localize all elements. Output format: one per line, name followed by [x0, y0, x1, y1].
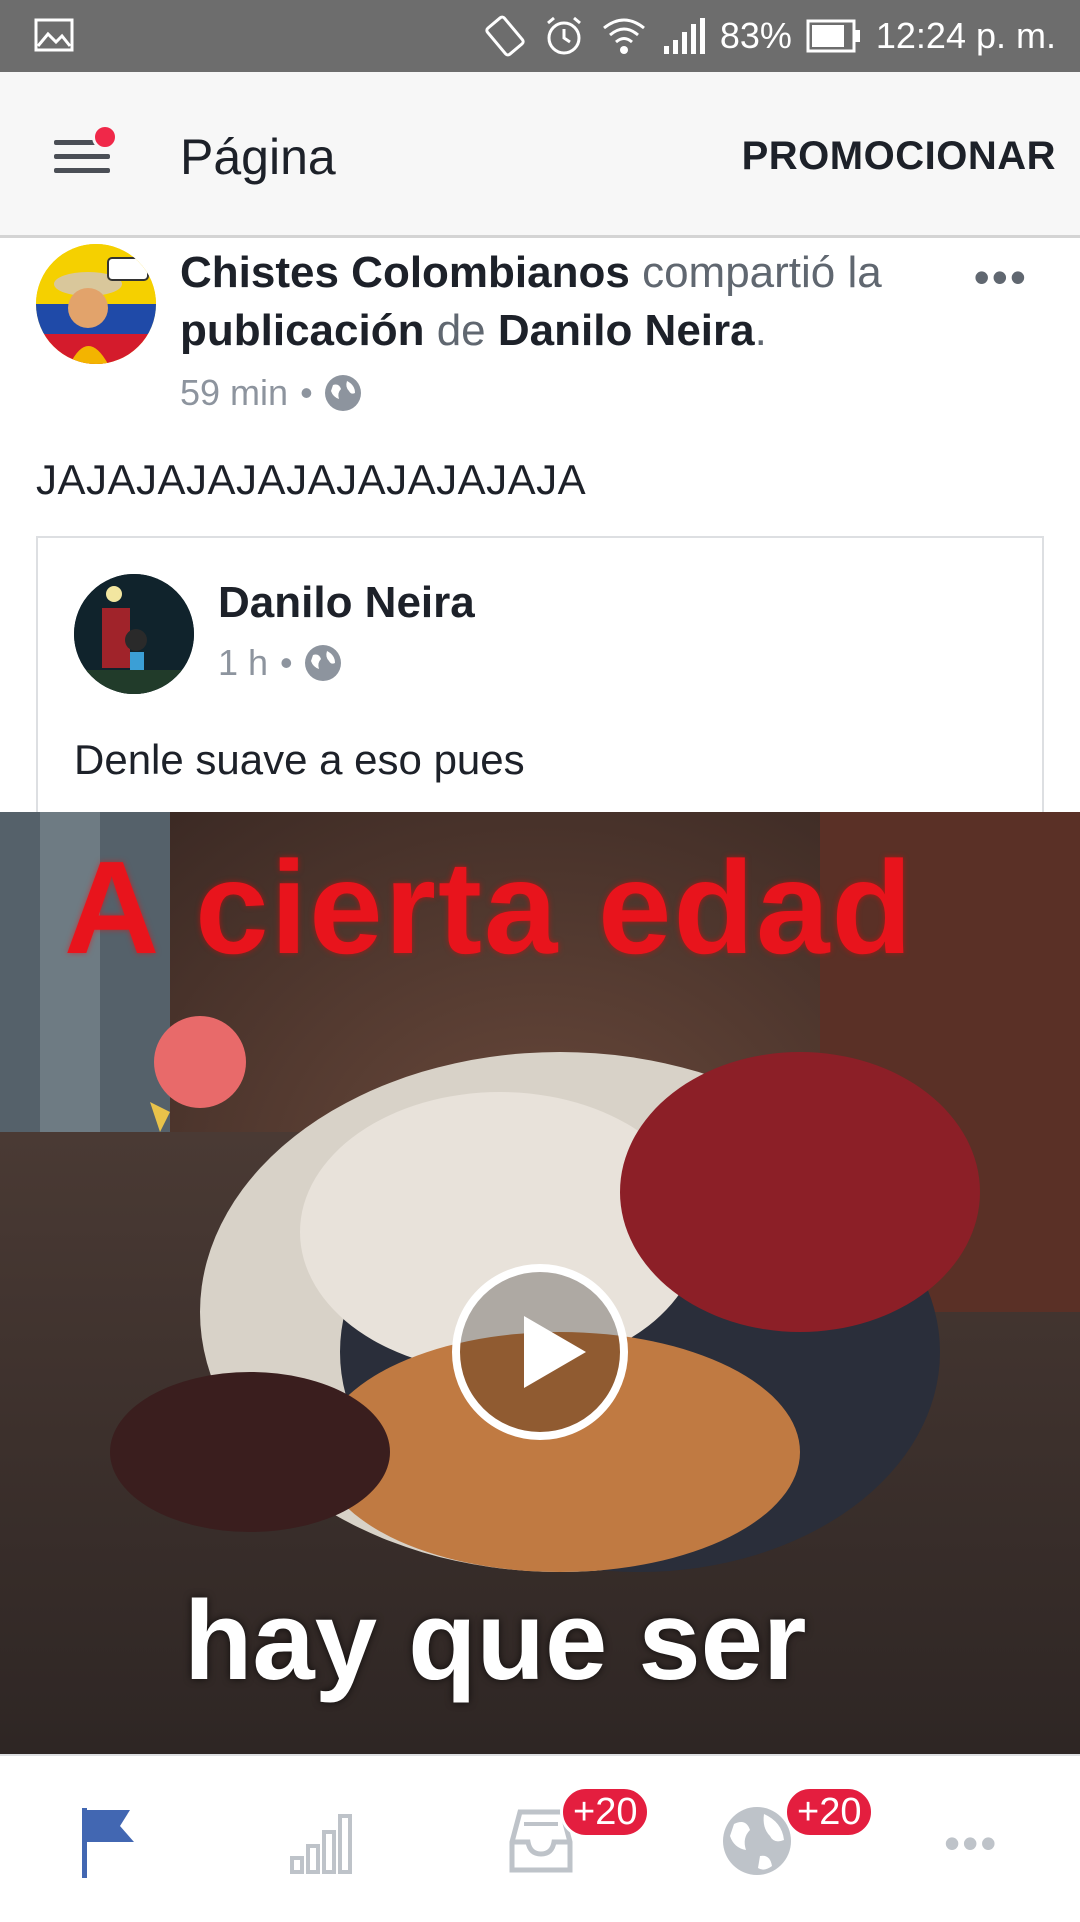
gallery-icon: [34, 18, 74, 52]
menu-icon-line: [54, 168, 110, 173]
video-player[interactable]: A cierta edad hay que ser: [0, 812, 1080, 1754]
post-header-text: Chistes Colombianos compartió la publica…: [180, 244, 960, 360]
nav-tab-insights[interactable]: [216, 1756, 432, 1922]
insights-icon: [290, 1814, 352, 1874]
play-button[interactable]: [452, 1264, 628, 1440]
shared-post-meta: 1 h •: [218, 642, 341, 684]
battery-percent: 83%: [719, 15, 792, 56]
original-author-link[interactable]: Danilo Neira: [498, 306, 755, 355]
publication-link[interactable]: publicación: [180, 306, 424, 355]
notification-dot: [92, 124, 118, 150]
promote-button[interactable]: PROMOCIONAR: [742, 134, 1056, 179]
nav-tab-page[interactable]: [0, 1756, 216, 1922]
clock: 12:24 p. m.: [875, 15, 1056, 56]
menu-button[interactable]: [54, 124, 118, 182]
action-text: compartió la: [629, 248, 882, 297]
menu-icon-line: [54, 154, 110, 159]
battery-icon: [806, 19, 860, 53]
nav-tab-inbox[interactable]: +20: [432, 1756, 651, 1922]
period-text: .: [754, 306, 767, 355]
globe-icon: [723, 1807, 791, 1875]
inbox-badge: +20: [560, 1786, 651, 1838]
globe-icon: [324, 375, 361, 411]
shared-post-time[interactable]: 1 h: [218, 642, 268, 684]
avatar-illustration-icon: [74, 574, 194, 694]
globe-icon: [304, 645, 341, 681]
rotate-icon: [485, 15, 525, 57]
connector-text: de: [424, 306, 498, 355]
post-body-text: JAJAJAJAJAJAJAJAJAJAJA: [36, 456, 587, 503]
wifi-icon: [602, 18, 645, 54]
nav-tab-more[interactable]: •••: [864, 1756, 1080, 1922]
page-title: Página: [180, 129, 336, 185]
meta-separator: •: [280, 642, 293, 683]
shared-author-name[interactable]: Danilo Neira: [218, 578, 475, 628]
post-time[interactable]: 59 min: [180, 372, 288, 414]
signal-icon: [663, 18, 705, 54]
post-meta: 59 min •: [180, 372, 361, 414]
shared-author-avatar[interactable]: [74, 574, 194, 694]
notifications-badge: +20: [784, 1786, 875, 1838]
video-caption-bottom: hay que ser: [184, 1578, 807, 1703]
flag-icon: [82, 1808, 134, 1878]
post-options-button[interactable]: •••: [974, 250, 1028, 304]
status-bar: 83% 12:24 p. m.: [0, 0, 1080, 72]
page-logo-icon: [36, 244, 156, 364]
bottom-navigation: +20 +20 •••: [0, 1754, 1080, 1920]
shared-post-text: Denle suave a eso pues: [74, 736, 525, 783]
video-caption-top: A cierta edad: [64, 834, 915, 981]
nav-tab-notifications[interactable]: +20: [648, 1756, 875, 1922]
more-icon: •••: [944, 1817, 999, 1869]
top-bar: Página PROMOCIONAR: [0, 72, 1080, 238]
shared-post-card[interactable]: Danilo Neira 1 h • Denle suave a eso pue…: [36, 536, 1044, 816]
meta-separator: •: [300, 372, 313, 413]
page-avatar[interactable]: [36, 244, 156, 364]
page-name-link[interactable]: Chistes Colombianos: [180, 248, 630, 297]
alarm-icon: [546, 16, 581, 55]
